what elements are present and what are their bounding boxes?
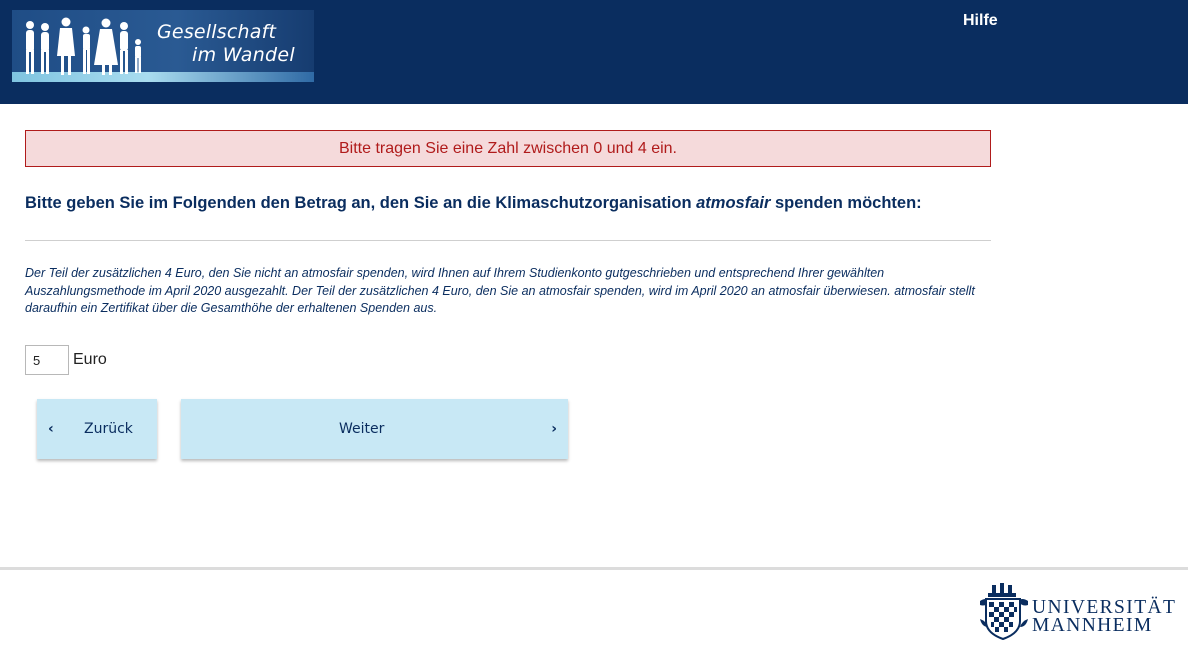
donation-amount-input[interactable] xyxy=(25,345,69,375)
next-button[interactable]: Weiter › xyxy=(181,399,568,459)
footer-divider xyxy=(0,567,1188,570)
logo-title-line1: Gesellschaft xyxy=(157,21,277,43)
chevron-left-icon: ‹ xyxy=(48,421,54,437)
chevron-right-icon: › xyxy=(551,421,557,437)
university-crest-icon xyxy=(980,583,1028,641)
info-text: Der Teil der zusätzlichen 4 Euro, den Si… xyxy=(25,266,975,315)
back-button-label: Zurück xyxy=(84,421,133,437)
logo-title-line2: im Wandel xyxy=(192,44,295,66)
back-button[interactable]: ‹ Zurück xyxy=(37,399,157,459)
university-logo[interactable]: UNIVERSITÄT MANNHEIM xyxy=(978,583,1183,641)
currency-label: Euro xyxy=(73,351,107,368)
question-text-emphasis: atmosfair xyxy=(696,194,771,212)
question-text-end: spenden möchten: xyxy=(770,194,922,212)
university-name-line2: MANNHEIM xyxy=(1032,615,1153,636)
people-silhouettes-icon xyxy=(26,17,141,75)
header-bar: Gesellschaft im Wandel Hilfe xyxy=(0,0,1188,104)
error-alert: Bitte tragen Sie eine Zahl zwischen 0 un… xyxy=(25,130,991,167)
gesellschaft-im-wandel-logo[interactable]: Gesellschaft im Wandel xyxy=(12,10,314,82)
help-link[interactable]: Hilfe xyxy=(963,12,998,30)
question-text-start: Bitte geben Sie im Folgenden den Betrag … xyxy=(25,194,697,212)
divider xyxy=(25,240,991,241)
question-text: Bitte geben Sie im Folgenden den Betrag … xyxy=(25,194,991,213)
next-button-label: Weiter xyxy=(339,421,385,437)
